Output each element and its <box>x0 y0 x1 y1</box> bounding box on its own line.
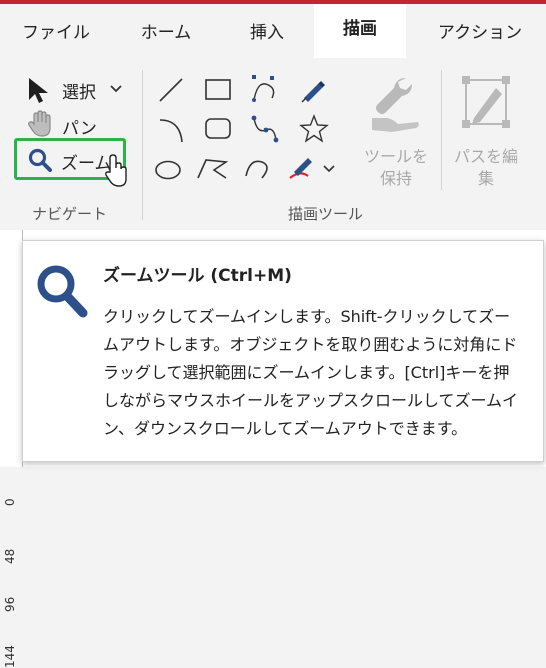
group-divider <box>142 70 143 220</box>
ruler-tick: 144 <box>3 645 17 668</box>
polyline-tool-icon[interactable] <box>197 159 229 179</box>
tab-home[interactable]: ホーム <box>120 8 212 62</box>
tab-insert[interactable]: 挿入 <box>228 8 306 62</box>
tooltip-title: ズームツール (Ctrl+M) <box>103 266 292 286</box>
ribbon-tab-bar: ファイル ホーム 挿入 描画 アクション <box>0 4 546 58</box>
ruler-tick: 96 <box>3 596 17 612</box>
magnifier-icon <box>28 148 52 172</box>
pan-tool-button[interactable]: パン <box>24 110 124 139</box>
navigate-group-label: ナビゲート <box>32 205 108 223</box>
hand-icon <box>28 110 51 137</box>
pen-tool-icon[interactable] <box>301 81 325 103</box>
tooltip-description: クリックしてズームインします。Shift-クリックしてズームアウトします。オブジ… <box>103 307 519 438</box>
path-edit-icon <box>462 76 510 128</box>
select-tool-button[interactable]: 選択 <box>24 74 134 104</box>
vertical-ruler: 0 48 96 144 <box>0 230 23 668</box>
rectangle-tool-icon[interactable] <box>205 79 231 100</box>
hand-pointer-cursor-icon <box>105 154 127 187</box>
draw-tools-group-label: 描画ツール <box>288 205 364 223</box>
arrow-cursor-icon <box>29 78 48 103</box>
draw-tools-grid <box>155 75 335 180</box>
star-tool-icon[interactable] <box>299 114 329 143</box>
zoom-tool-tooltip: ズームツール (Ctrl+M) クリックしてズームインします。Shift-クリッ… <box>22 240 544 462</box>
spiro-tool-icon[interactable] <box>251 115 279 143</box>
tab-draw[interactable]: 描画 <box>314 4 406 58</box>
line-tool-icon[interactable] <box>159 78 183 102</box>
arc-tool-icon[interactable] <box>159 119 183 143</box>
select-label: 選択 <box>62 83 96 103</box>
chevron-down-icon[interactable] <box>323 165 335 173</box>
ellipse-tool-icon[interactable] <box>155 160 181 180</box>
magnifier-icon <box>37 265 88 318</box>
chevron-down-icon[interactable] <box>110 85 122 93</box>
calligraphy-tool-icon[interactable] <box>289 158 312 179</box>
ruler-tick: 48 <box>3 548 17 564</box>
freehand-tool-icon[interactable] <box>245 160 268 179</box>
pan-label: パン <box>62 119 97 139</box>
wrench-icon <box>372 78 419 132</box>
button-divider <box>441 70 442 190</box>
tool-settings-button[interactable]: ツールを保持 <box>358 70 434 190</box>
ruler-tick: 0 <box>3 498 17 506</box>
tab-action[interactable]: アクション <box>420 8 540 62</box>
path-edit-label: パスを編集 <box>453 147 518 188</box>
bezier-tool-icon[interactable] <box>252 75 275 102</box>
path-edit-button[interactable]: パスを編集 <box>448 70 524 190</box>
tab-file[interactable]: ファイル <box>8 8 104 62</box>
rounded-rectangle-tool-icon[interactable] <box>205 118 231 139</box>
tool-settings-label: ツールを保持 <box>363 147 428 188</box>
